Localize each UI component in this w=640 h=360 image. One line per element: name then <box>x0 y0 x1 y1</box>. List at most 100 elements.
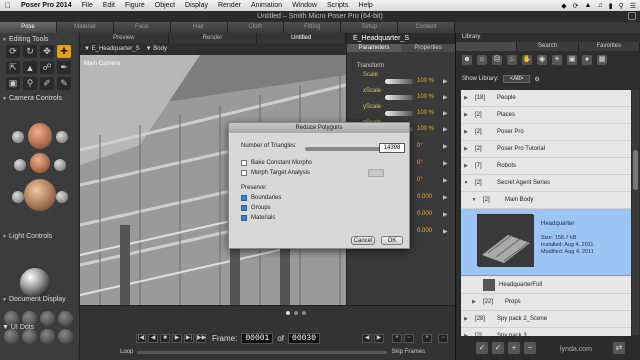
focal-length-icon[interactable] <box>56 191 68 203</box>
scale-camera-icon[interactable] <box>12 191 24 203</box>
menu-figure[interactable]: Figure <box>120 2 150 9</box>
menu-render[interactable]: Render <box>213 2 246 9</box>
add-key-icon[interactable]: + <box>392 334 402 343</box>
hair-icon[interactable]: ♨ <box>507 55 517 65</box>
volume-icon[interactable]: ♫ <box>597 2 602 10</box>
props-icon[interactable]: ◉ <box>537 55 547 65</box>
sync-icon[interactable]: ⟳ <box>573 2 579 10</box>
expand-icon[interactable]: ▶ <box>461 112 471 118</box>
battery-icon[interactable]: ▮ <box>609 2 613 10</box>
morph-analysis-option[interactable]: Morph Target Analysis <box>241 170 310 176</box>
ok-button[interactable]: OK <box>381 236 403 245</box>
list-item[interactable]: ▶ [2] Places <box>461 107 631 124</box>
actor-dropdown[interactable]: ▼ Body <box>146 46 167 52</box>
param-menu-icon[interactable]: ▶ <box>443 126 448 133</box>
chain-break-tool-icon[interactable]: ☍ <box>40 61 54 74</box>
param-menu-icon[interactable]: ▶ <box>443 110 448 117</box>
stop-icon[interactable]: ■ <box>160 334 170 343</box>
list-item[interactable]: HeadquarterFull <box>461 276 631 294</box>
camera-controls-header[interactable]: ▼ Camera Controls <box>2 95 62 102</box>
item-thumbnail[interactable] <box>477 214 534 267</box>
total-frames-field[interactable]: 00030 <box>288 333 321 344</box>
menu-edit[interactable]: Edit <box>98 2 120 9</box>
materials-option[interactable]: Materials <box>241 215 275 221</box>
display-style-icon[interactable] <box>58 329 73 344</box>
prev-frame-icon[interactable]: ◀ <box>148 334 158 343</box>
tab-library[interactable] <box>456 42 518 51</box>
next-key-icon[interactable]: ▶ <box>374 334 384 343</box>
tab-fitting[interactable]: Fitting <box>284 22 342 33</box>
triangles-field[interactable]: 14398 <box>379 143 405 153</box>
list-item[interactable]: ▶ [22] Props <box>461 294 631 311</box>
param-dial[interactable] <box>385 95 413 100</box>
light-controls-header[interactable]: ▼ Light Controls <box>2 233 52 240</box>
expand-icon[interactable]: ▶ <box>461 163 471 169</box>
tab-cloth[interactable]: Cloth <box>227 22 285 33</box>
param-value[interactable]: 0° <box>417 143 423 149</box>
apply-icon[interactable]: ✓ <box>476 342 488 354</box>
tab-pose[interactable]: Pose <box>0 22 57 33</box>
apply-add-icon[interactable]: ✓ <box>492 342 504 354</box>
param-dial[interactable] <box>385 79 413 84</box>
document-display-header[interactable]: ▼ Document Display <box>2 296 66 303</box>
key-settings-icon[interactable]: − <box>438 334 448 343</box>
edit-keys-icon[interactable]: + <box>422 334 432 343</box>
param-value[interactable]: 0.000 <box>417 228 432 234</box>
param-menu-icon[interactable]: ▶ <box>443 228 448 235</box>
expressions-icon[interactable]: ☹ <box>492 55 502 65</box>
selected-item-card[interactable]: Headquarter Size: 156.7 kB Installed: Au… <box>461 209 631 276</box>
dropbox-icon[interactable]: ◆ <box>561 2 566 10</box>
display-style-icon[interactable] <box>40 311 55 326</box>
list-item[interactable]: ▶ [7] Robots <box>461 158 631 175</box>
tab-favorites[interactable]: Favorites <box>578 42 640 51</box>
param-menu-icon[interactable]: ▶ <box>443 211 448 218</box>
materials-icon[interactable]: ● <box>582 55 592 65</box>
tab-face[interactable]: Face <box>113 22 171 33</box>
tab-material[interactable]: Material <box>56 22 114 33</box>
list-item[interactable]: ▶ [2] Poser Pro Tutorial <box>461 141 631 158</box>
page-dot[interactable] <box>294 311 298 315</box>
right-hand-camera-icon[interactable] <box>56 131 68 143</box>
move-xy-icon[interactable] <box>54 159 66 171</box>
remove-key-icon[interactable]: − <box>404 334 414 343</box>
bake-morphs-option[interactable]: Bake Constant Morphs <box>241 160 312 166</box>
display-style-icon[interactable] <box>40 329 55 344</box>
bake-morphs-checkbox[interactable] <box>241 160 247 166</box>
settings-icon[interactable]: ⚙ <box>534 76 539 83</box>
play-icon[interactable]: ▶ <box>172 334 182 343</box>
morph-analysis-checkbox[interactable] <box>241 170 247 176</box>
apple-icon[interactable]:  <box>0 1 16 10</box>
tab-hair[interactable]: Hair <box>170 22 228 33</box>
cameras-icon[interactable]: ▣ <box>567 55 577 65</box>
fullscreen-icon[interactable] <box>628 12 636 20</box>
param-menu-icon[interactable]: ▶ <box>443 94 448 101</box>
tab-preview[interactable]: Preview <box>80 33 169 43</box>
wifi-icon[interactable]: ▲ <box>585 2 592 10</box>
move-xz-icon[interactable] <box>14 159 26 171</box>
scroll-thumb[interactable] <box>633 150 638 190</box>
color-tool-icon[interactable]: ✒ <box>57 61 71 74</box>
list-item[interactable]: ▼ [2] Secret Agent Series <box>461 175 631 192</box>
library-scrollbar[interactable] <box>632 90 639 335</box>
param-menu-icon[interactable]: ▶ <box>443 177 448 184</box>
translate-tool-icon[interactable]: ✥ <box>40 45 54 58</box>
twist-tool-icon[interactable]: ↻ <box>23 45 37 58</box>
scale-tool-icon[interactable]: ⇱ <box>6 61 20 74</box>
direct-manipulation-icon[interactable]: ✎ <box>57 77 71 90</box>
param-menu-icon[interactable]: ▶ <box>443 160 448 167</box>
param-menu-icon[interactable]: ▶ <box>443 143 448 150</box>
expand-icon[interactable]: ▶ <box>461 146 471 152</box>
collapse-icon[interactable]: ▼ <box>469 197 479 203</box>
tab-search[interactable]: Search <box>517 42 579 51</box>
scenes-icon[interactable]: ▦ <box>597 55 607 65</box>
param-value[interactable]: 0.000 <box>417 211 432 217</box>
menu-display[interactable]: Display <box>180 2 213 9</box>
menu-app[interactable]: Poser Pro 2014 <box>16 2 77 9</box>
tab-render[interactable]: Render <box>169 33 258 43</box>
param-value[interactable]: 0° <box>417 160 423 166</box>
expand-icon[interactable]: ▶ <box>461 95 471 101</box>
figure-dropdown[interactable]: ▼ E_Headquarter_S <box>84 46 140 52</box>
transform-group[interactable]: Transform <box>357 63 384 69</box>
morph-settings-button[interactable] <box>368 169 384 177</box>
rotate-tool-icon[interactable]: ⟳ <box>6 45 20 58</box>
